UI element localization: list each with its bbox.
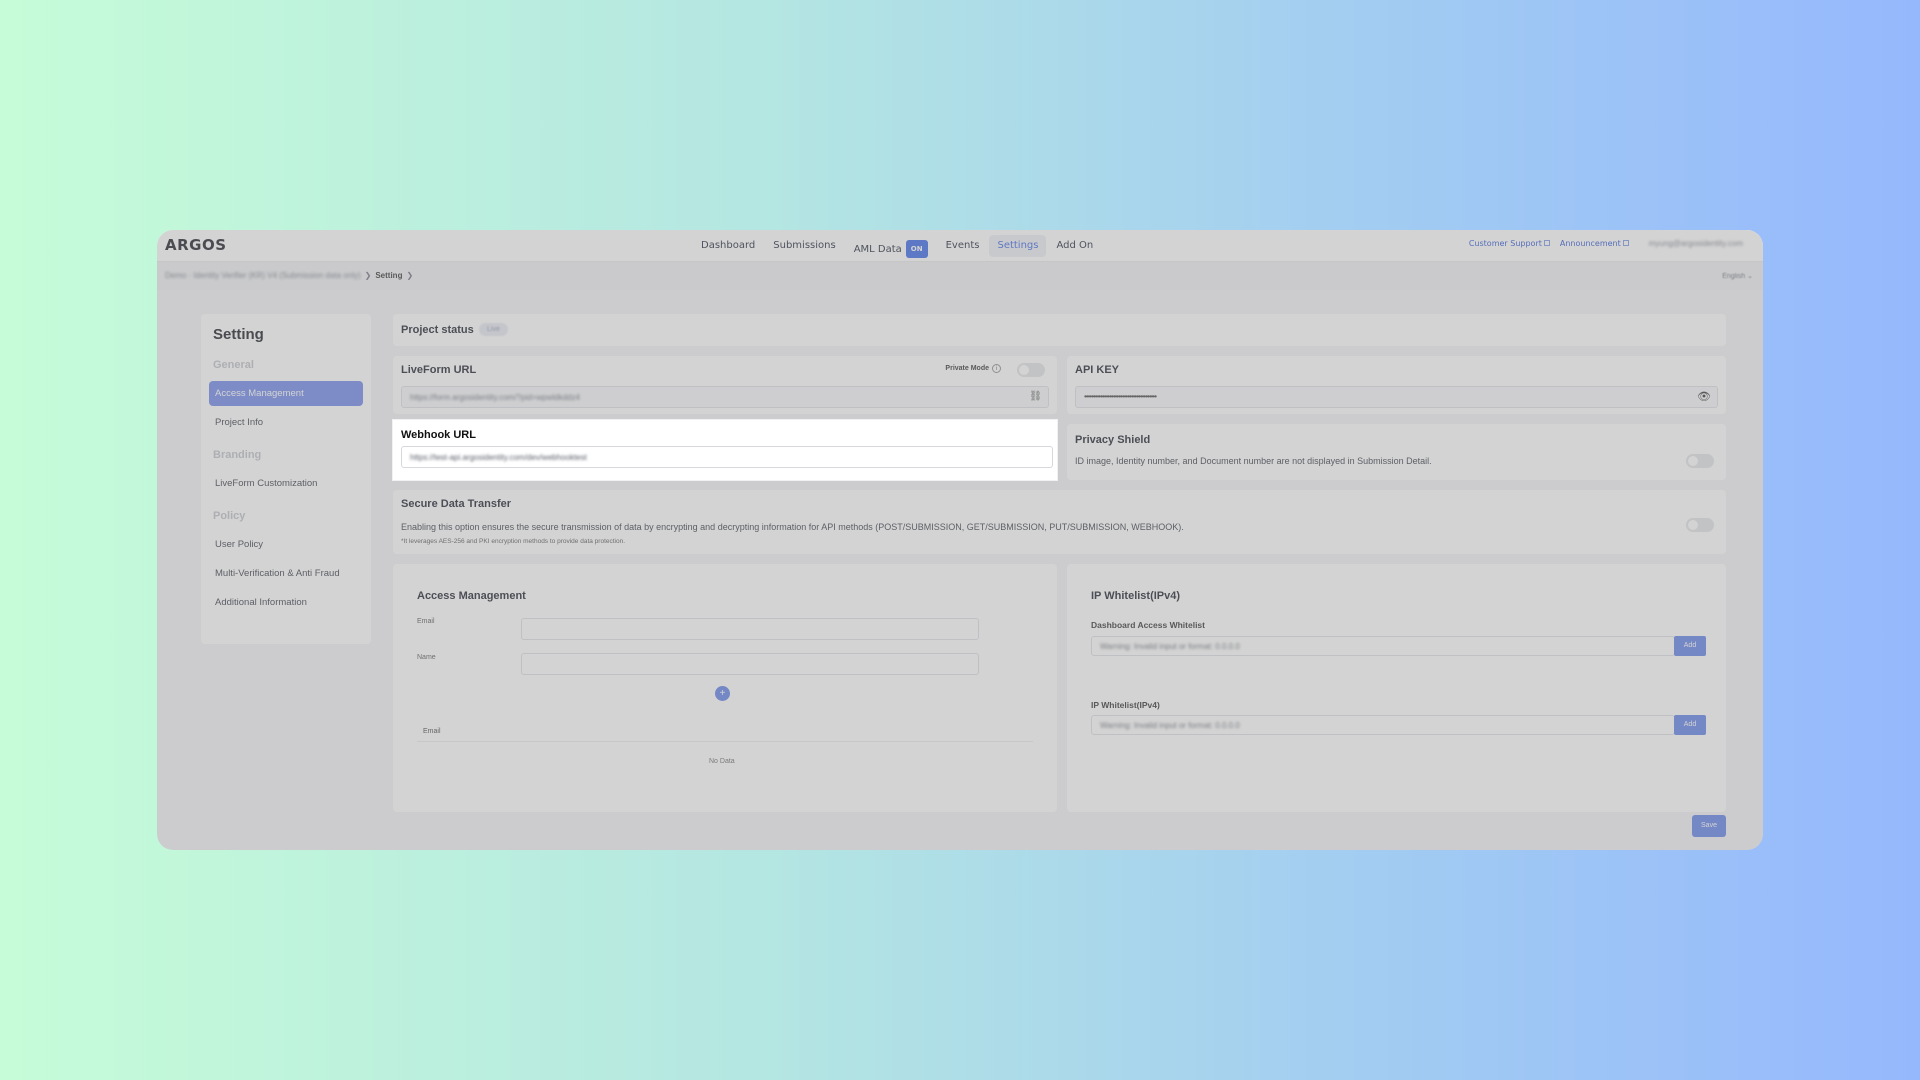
api-key-field[interactable]: ••••••••••••••••••••••••••••••••••••••••… [1075, 386, 1718, 408]
sidebar-section-policy: Policy [213, 510, 246, 522]
ip-whitelist-add-button[interactable]: Add [1674, 715, 1706, 735]
api-key-masked: •••••••••••••••••••••••••••••••••••••••• [1084, 392, 1157, 401]
sidebar-section-general: General [213, 359, 254, 371]
info-icon[interactable]: i [992, 364, 1001, 373]
argos-logo[interactable]: ARGOS [165, 236, 227, 254]
top-navbar: ARGOS Dashboard Submissions AML Data ON E… [157, 230, 1763, 262]
nav-aml-data-label: AML Data [853, 244, 902, 255]
dashboard-whitelist-label: Dashboard Access Whitelist [1091, 620, 1205, 630]
top-right-links: Customer Support Announcement myung@argo… [1459, 239, 1743, 248]
access-table-header: Email [417, 722, 1033, 742]
privacy-shield-description: ID image, Identity number, and Document … [1075, 456, 1432, 466]
dashboard-whitelist-placeholder: Warning: Invalid input or format: 0.0.0.… [1100, 642, 1240, 651]
access-management-title: Access Management [417, 590, 526, 602]
nav-events-label: Events [945, 240, 980, 251]
sidebar-item-access-management[interactable]: Access Management [209, 381, 363, 406]
nav-submissions-label: Submissions [773, 240, 836, 251]
private-mode-toggle[interactable] [1017, 363, 1045, 377]
external-link-icon [1543, 240, 1550, 246]
secure-data-transfer-card: Secure Data Transfer Enabling this optio… [393, 490, 1726, 554]
privacy-shield-title: Privacy Shield [1075, 434, 1151, 446]
sidebar-item-liveform-customization[interactable]: LiveForm Customization [209, 471, 363, 496]
private-mode-label: Private Mode [945, 365, 989, 372]
webhook-url-input[interactable]: https://test-api.argosidentity.com/dev/w… [401, 446, 1053, 468]
sidebar-item-multi-verification[interactable]: Multi-Verification & Anti Fraud [209, 561, 363, 586]
ip-whitelist-placeholder: Warning: Invalid input or format: 0.0.0.… [1100, 721, 1240, 730]
customer-support-link[interactable]: Customer Support [1469, 239, 1550, 248]
privacy-shield-toggle[interactable] [1686, 454, 1714, 468]
add-circle-icon[interactable]: + [715, 686, 730, 701]
access-management-card: Access Management Email Name + Email No … [393, 564, 1057, 812]
access-table-empty: No Data [709, 758, 735, 765]
api-key-title: API KEY [1075, 364, 1120, 376]
breadcrumb-project[interactable]: Demo · Identity Verifier (KR) V4 (Submis… [165, 271, 361, 280]
secure-data-transfer-description: Enabling this option ensures the secure … [401, 522, 1184, 532]
sidebar-item-project-info[interactable]: Project Info [209, 410, 363, 435]
save-button[interactable]: Save [1692, 815, 1726, 837]
dashboard-whitelist-input[interactable]: Warning: Invalid input or format: 0.0.0.… [1091, 636, 1675, 656]
liveform-url-title: LiveForm URL [401, 364, 477, 376]
nav-submissions[interactable]: Submissions [765, 235, 843, 257]
webhook-url-title: Webhook URL [401, 429, 476, 441]
project-status-label: Project status [401, 324, 474, 336]
privacy-shield-card: Privacy Shield ID image, Identity number… [1067, 424, 1726, 480]
user-account-menu[interactable]: myung@argosidentity.com [1649, 239, 1743, 248]
breadcrumb: Demo · Identity Verifier (KR) V4 (Submis… [165, 271, 417, 280]
dashboard-whitelist-add-button[interactable]: Add [1674, 636, 1706, 656]
breadcrumb-bar: Demo · Identity Verifier (KR) V4 (Submis… [157, 262, 1763, 290]
api-key-card: API KEY ••••••••••••••••••••••••••••••••… [1067, 356, 1726, 414]
nav-events[interactable]: Events [938, 235, 988, 257]
project-status-badge: Live [479, 323, 508, 336]
liveform-url-value: https://form.argosidentity.com/?pid=wpwl… [410, 393, 580, 402]
language-value: English [1722, 273, 1746, 280]
access-name-input[interactable] [521, 653, 979, 675]
nav-add-on-label: Add On [1056, 240, 1094, 251]
sidebar-item-additional-information[interactable]: Additional Information [209, 590, 363, 615]
nav-settings[interactable]: Settings [989, 235, 1047, 257]
main-nav: Dashboard Submissions AML Data ON Events … [693, 234, 1103, 258]
access-table-email-header: Email [423, 728, 441, 735]
nav-aml-data[interactable]: AML Data ON [846, 235, 936, 258]
aml-on-badge[interactable]: ON [905, 240, 928, 258]
access-email-label: Email [417, 618, 435, 625]
ip-whitelist-card: IP Whitelist(IPv4) Dashboard Access Whit… [1067, 564, 1726, 812]
customer-support-label: Customer Support [1468, 239, 1542, 248]
nav-dashboard-label: Dashboard [701, 240, 756, 251]
copy-link-icon[interactable]: ⛓ [1029, 391, 1042, 402]
app-window: ARGOS Dashboard Submissions AML Data ON E… [157, 230, 1763, 850]
external-link-icon [1622, 240, 1629, 246]
chevron-right-icon: ❯ [406, 271, 414, 280]
nav-add-on[interactable]: Add On [1048, 235, 1101, 257]
announcement-label: Announcement [1559, 239, 1621, 248]
liveform-url-card: LiveForm URL Private Mode i https://form… [393, 356, 1057, 414]
chevron-right-icon: ❯ [364, 271, 372, 280]
secure-data-transfer-toggle[interactable] [1686, 518, 1714, 532]
secure-data-transfer-title: Secure Data Transfer [401, 498, 512, 510]
ip-whitelist-input[interactable]: Warning: Invalid input or format: 0.0.0.… [1091, 715, 1675, 735]
access-name-label: Name [417, 654, 436, 661]
webhook-url-card: Webhook URL https://test-api.argosidenti… [393, 420, 1057, 480]
nav-dashboard[interactable]: Dashboard [693, 235, 763, 257]
announcement-link[interactable]: Announcement [1560, 239, 1629, 248]
language-select[interactable]: English ⌄ [1722, 272, 1753, 280]
liveform-url-field[interactable]: https://form.argosidentity.com/?pid=wpwl… [401, 386, 1049, 408]
access-email-input[interactable] [521, 618, 979, 640]
sidebar-title: Setting [213, 326, 264, 343]
eye-icon[interactable]: 👁 [1697, 390, 1711, 403]
ip-whitelist-title: IP Whitelist(IPv4) [1091, 590, 1181, 602]
project-status-card: Project status Live [393, 314, 1726, 346]
ip-whitelist-label: IP Whitelist(IPv4) [1091, 700, 1160, 710]
settings-sidebar: Setting General Access Management Projec… [201, 314, 371, 644]
webhook-url-value: https://test-api.argosidentity.com/dev/w… [410, 453, 587, 462]
sidebar-item-user-policy[interactable]: User Policy [209, 532, 363, 557]
secure-data-transfer-note: *It leverages AES-256 and PKI encryption… [401, 538, 626, 545]
nav-settings-label: Settings [997, 240, 1039, 251]
sidebar-section-branding: Branding [213, 449, 262, 461]
breadcrumb-current: Setting [375, 271, 403, 280]
